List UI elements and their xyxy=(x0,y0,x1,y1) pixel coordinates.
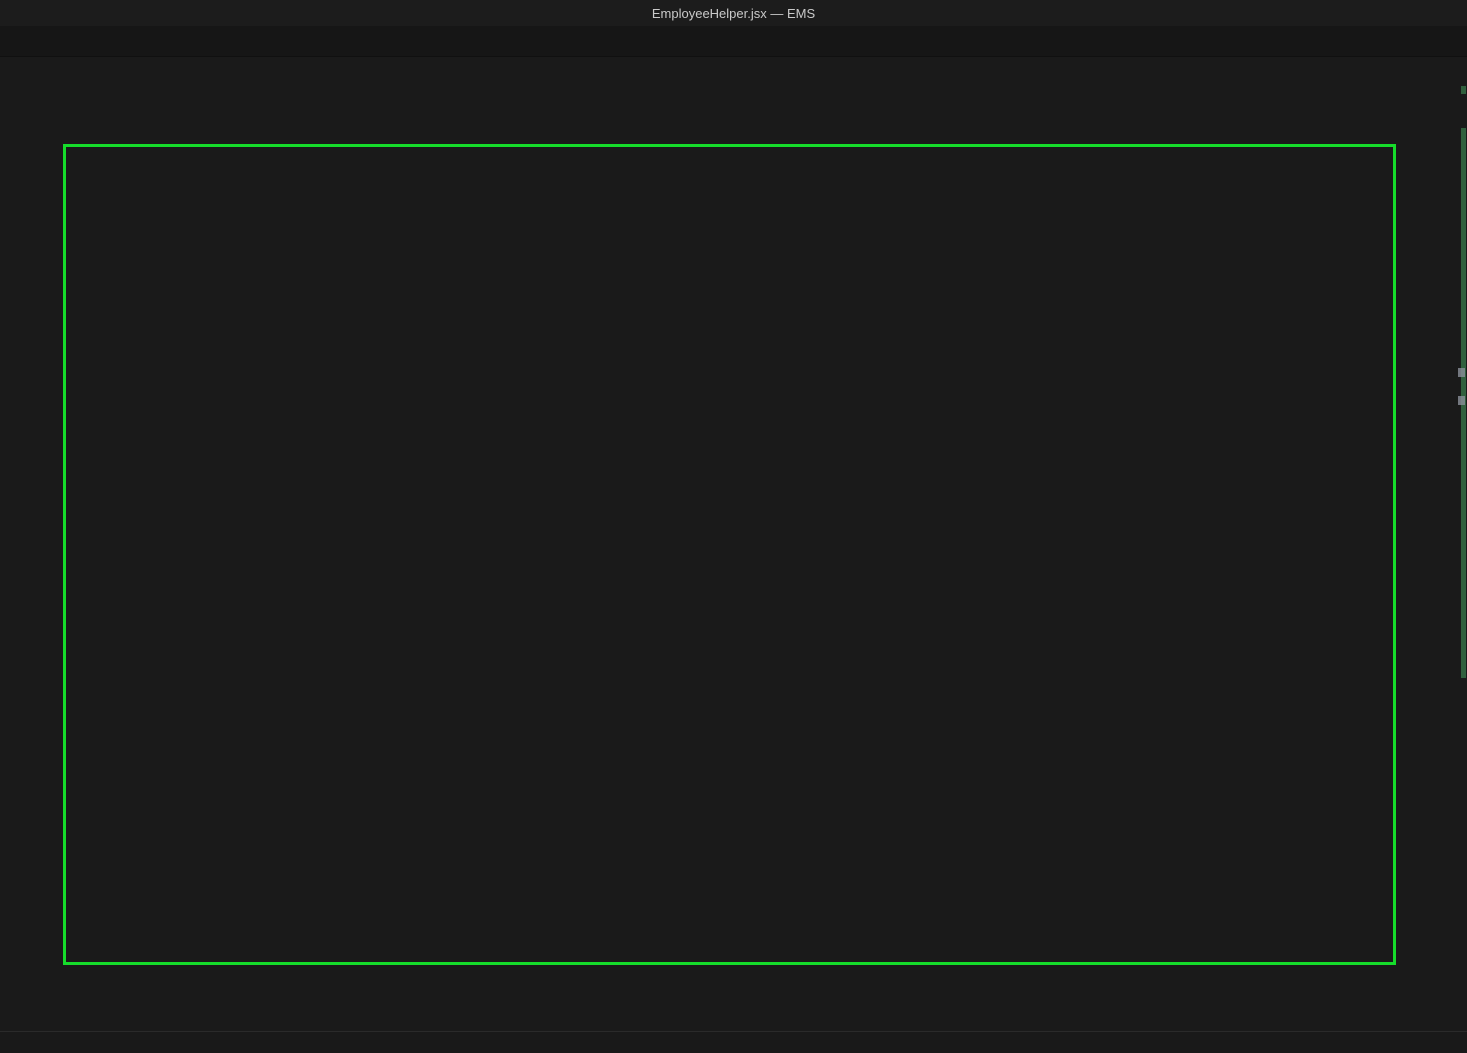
code-editor[interactable] xyxy=(0,80,1467,1032)
minimize-window-button[interactable] xyxy=(30,7,42,19)
breadcrumb xyxy=(0,57,1467,80)
maximize-window-button[interactable] xyxy=(50,7,62,19)
traffic-lights xyxy=(0,7,62,19)
overview-ruler-mark xyxy=(1461,86,1466,94)
overview-ruler-fold-mark xyxy=(1458,396,1465,405)
close-window-button[interactable] xyxy=(10,7,22,19)
status-bar xyxy=(0,1031,1467,1053)
window-title: EmployeeHelper.jsx — EMS xyxy=(651,5,816,21)
overview-ruler-fold-mark xyxy=(1458,368,1465,377)
editor-window: EmployeeHelper.jsx — EMS xyxy=(0,0,1467,1053)
tab-bar xyxy=(0,26,1467,57)
titlebar: EmployeeHelper.jsx — EMS xyxy=(0,0,1467,26)
editor-actions xyxy=(1439,26,1467,56)
